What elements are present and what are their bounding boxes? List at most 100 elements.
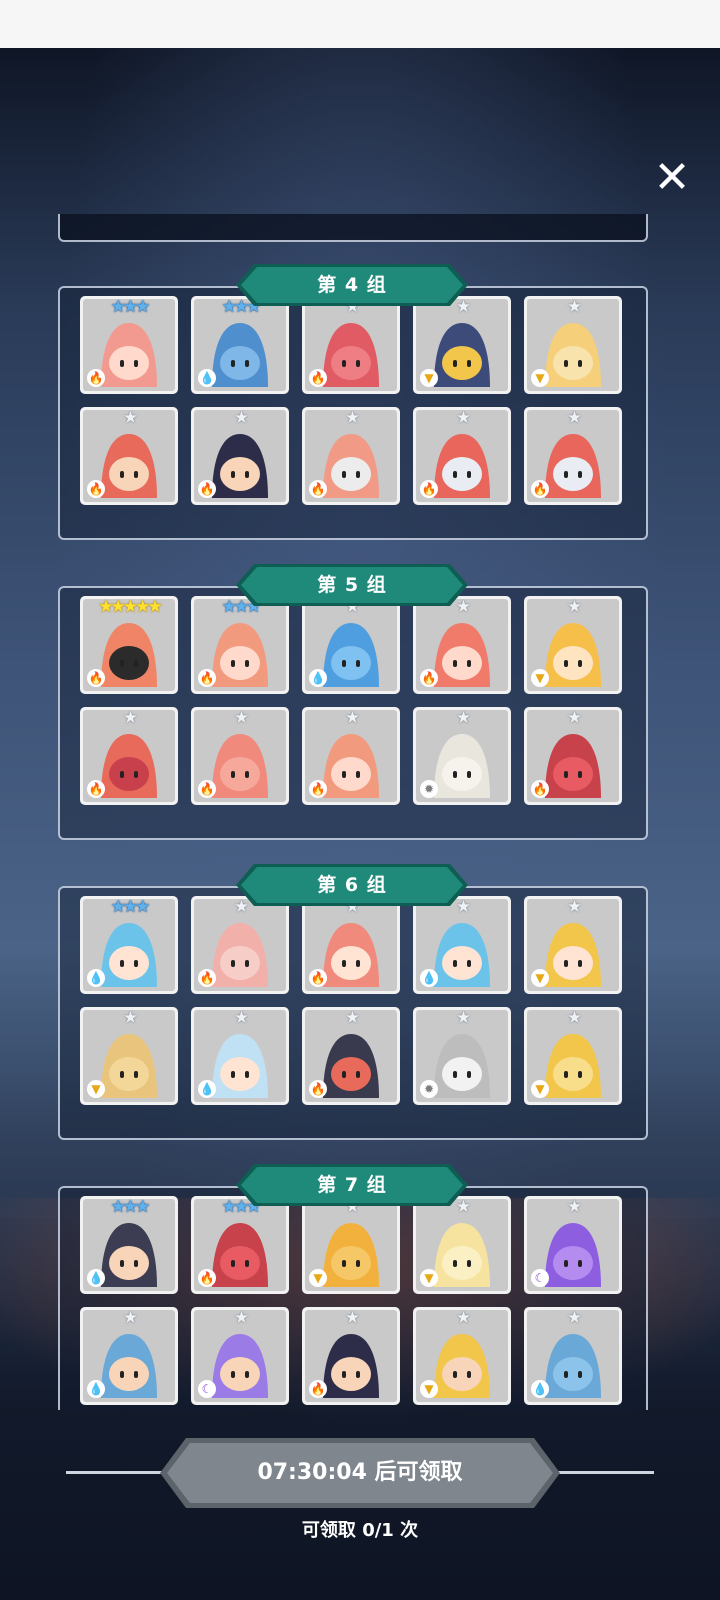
hero-card[interactable]: ★ 🔥 — [524, 407, 622, 505]
water-element-icon: 💧 — [87, 1269, 105, 1287]
hero-card[interactable]: ★ 🔥 — [191, 896, 289, 994]
hero-card[interactable]: ★ 💧 — [302, 596, 400, 694]
fire-element-icon: 🔥 — [198, 780, 216, 798]
star-rating: ★ — [233, 410, 249, 428]
hero-portrait-icon — [323, 923, 379, 987]
hero-portrait-icon — [212, 734, 268, 798]
group-title-banner: 第 7 组 — [236, 1164, 468, 1206]
water-element-icon: 💧 — [87, 1380, 105, 1398]
hero-portrait-icon — [545, 323, 601, 387]
hero-portrait-icon — [545, 1034, 601, 1098]
hero-card[interactable]: ★ 🔥 — [80, 407, 178, 505]
hero-card[interactable]: ★ ☾ — [191, 1307, 289, 1405]
hero-card[interactable]: ★ 🔥 — [524, 707, 622, 805]
hero-card[interactable]: ★ 🔥 — [302, 1007, 400, 1105]
dark-element-icon: ☾ — [198, 1380, 216, 1398]
hero-card[interactable]: ★ 💧 — [524, 1307, 622, 1405]
fire-element-icon: 🔥 — [420, 669, 438, 687]
group-panel-previous — [58, 214, 648, 242]
hero-card[interactable]: ★ 🔥 — [191, 407, 289, 505]
hero-card[interactable]: ★ ☾ — [524, 1196, 622, 1294]
hero-card[interactable]: ★ ▼ — [524, 296, 622, 394]
hero-card[interactable]: ★ ▼ — [413, 1307, 511, 1405]
hero-card[interactable]: ★ 🔥 — [191, 707, 289, 805]
hero-card[interactable]: ★ 🔥 — [302, 1307, 400, 1405]
hero-portrait-icon — [434, 1223, 490, 1287]
hero-card[interactable]: ★★★ 🔥 — [80, 296, 178, 394]
fire-element-icon: 🔥 — [420, 480, 438, 498]
hero-portrait-icon — [212, 1034, 268, 1098]
hero-card[interactable]: ★ 💧 — [413, 896, 511, 994]
hero-card[interactable]: ★ 🔥 — [302, 407, 400, 505]
hero-portrait-icon — [212, 434, 268, 498]
hero-card[interactable]: ★ 🔥 — [302, 896, 400, 994]
divider-right — [554, 1471, 654, 1474]
fire-element-icon: 🔥 — [309, 369, 327, 387]
hero-card[interactable]: ★ ▼ — [524, 1007, 622, 1105]
fire-element-icon: 🔥 — [309, 969, 327, 987]
star-rating: ★ — [122, 710, 138, 728]
fire-element-icon: 🔥 — [309, 780, 327, 798]
star-rating: ★ — [566, 410, 582, 428]
fire-element-icon: 🔥 — [309, 1080, 327, 1098]
reward-group-list[interactable]: ★★★ 🔥 ★★★ 💧 ★ 🔥 ★ ▼ ★ ▼ ★ 🔥 ★ 🔥 ★ 🔥 ★ 🔥 ★ 🔥 第 4 组 ★★★★★ 🔥 ★★★ 🔥 ★… — [52, 214, 668, 1410]
hero-portrait-icon — [323, 1034, 379, 1098]
hero-portrait-icon — [101, 1334, 157, 1398]
hero-card[interactable]: ★ 🔥 — [302, 707, 400, 805]
hero-portrait-icon — [545, 434, 601, 498]
star-rating: ★★★ — [110, 299, 151, 317]
claim-button[interactable]: 07:30:04 后可领取 — [160, 1438, 560, 1508]
star-rating: ★ — [122, 1310, 138, 1328]
system-status-bar — [0, 0, 720, 48]
star-rating: ★ — [455, 1010, 471, 1028]
hero-card[interactable]: ★★★ 💧 — [80, 1196, 178, 1294]
hero-card[interactable]: ★ ▼ — [524, 896, 622, 994]
star-rating: ★ — [122, 410, 138, 428]
hero-card[interactable]: ★ ▼ — [524, 596, 622, 694]
water-element-icon: 💧 — [198, 369, 216, 387]
hero-card[interactable]: ★★★ 🔥 — [191, 596, 289, 694]
hero-portrait-icon — [101, 1034, 157, 1098]
light-element-icon: ✹ — [420, 780, 438, 798]
hero-card[interactable]: ★★★★★ 🔥 — [80, 596, 178, 694]
hero-portrait-icon — [212, 1334, 268, 1398]
group-panel: ★★★ 💧 ★★★ 🔥 ★ ▼ ★ ▼ ★ ☾ ★ 💧 ★ ☾ ★ 🔥 ★ ▼ ★ 💧 — [58, 1186, 648, 1410]
hero-card[interactable]: ★ 🔥 — [80, 707, 178, 805]
hero-card[interactable]: ★ 💧 — [80, 1307, 178, 1405]
hero-portrait-icon — [323, 323, 379, 387]
hero-card[interactable]: ★ 🔥 — [302, 296, 400, 394]
hero-card[interactable]: ★ ✹ — [413, 1007, 511, 1105]
star-rating: ★ — [233, 1010, 249, 1028]
water-element-icon: 💧 — [420, 969, 438, 987]
hero-card[interactable]: ★ ▼ — [302, 1196, 400, 1294]
hero-portrait-icon — [545, 1223, 601, 1287]
hero-card[interactable]: ★ ▼ — [80, 1007, 178, 1105]
star-rating: ★ — [233, 1310, 249, 1328]
hero-card[interactable]: ★ 🔥 — [413, 596, 511, 694]
earth-element-icon: ▼ — [87, 1080, 105, 1098]
claim-button-label: 07:30:04 后可领取 — [257, 1460, 463, 1485]
water-element-icon: 💧 — [531, 1380, 549, 1398]
group-title-banner: 第 6 组 — [236, 864, 468, 906]
hero-card[interactable]: ★★★ 🔥 — [191, 1196, 289, 1294]
hero-card[interactable]: ★ ✹ — [413, 707, 511, 805]
fire-element-icon: 🔥 — [87, 480, 105, 498]
hero-portrait-icon — [101, 434, 157, 498]
hero-portrait-icon — [101, 734, 157, 798]
fire-element-icon: 🔥 — [309, 1380, 327, 1398]
hero-portrait-icon — [323, 434, 379, 498]
hero-card[interactable]: ★★★ 💧 — [80, 896, 178, 994]
earth-element-icon: ▼ — [309, 1269, 327, 1287]
hero-card[interactable]: ★★★ 💧 — [191, 296, 289, 394]
hero-portrait-icon — [101, 1223, 157, 1287]
hero-portrait-icon — [101, 323, 157, 387]
hero-portrait-icon — [545, 1334, 601, 1398]
hero-card[interactable]: ★ ▼ — [413, 296, 511, 394]
fire-element-icon: 🔥 — [198, 669, 216, 687]
hero-card[interactable]: ★ ▼ — [413, 1196, 511, 1294]
close-icon[interactable]: ✕ — [644, 150, 700, 206]
hero-card[interactable]: ★ 🔥 — [413, 407, 511, 505]
hero-card[interactable]: ★ 💧 — [191, 1007, 289, 1105]
star-rating: ★ — [566, 1310, 582, 1328]
star-rating: ★ — [455, 410, 471, 428]
